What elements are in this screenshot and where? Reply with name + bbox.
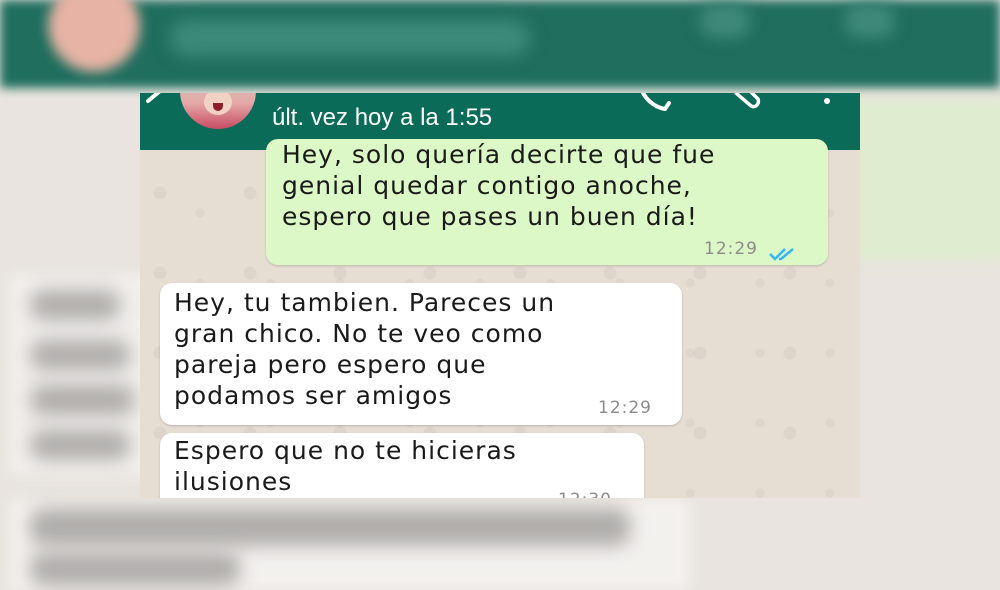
blurred-text-line — [30, 385, 135, 415]
blurred-text-line — [30, 552, 240, 586]
paperclip-icon[interactable] — [730, 93, 766, 111]
blurred-text-line — [30, 430, 130, 460]
call-icon[interactable] — [637, 93, 673, 112]
received-message[interactable]: Hey, tu tambien. Pareces un gran chico. … — [160, 283, 682, 425]
sent-message[interactable]: Hey, solo quería decirte que fue genial … — [266, 139, 828, 265]
message-time: 12:29 — [704, 239, 758, 259]
message-text: Hey, solo quería decirte que fue genial … — [282, 140, 716, 231]
received-message[interactable]: Espero que no te hicieras ilusiones 12:3… — [160, 433, 644, 498]
blurred-menu-icon — [845, 4, 895, 38]
last-seen-status: últ. vez hoy a la 1:55 — [272, 104, 493, 131]
chat-screen: últ. vez hoy a la 1:55 Hey, solo quería … — [140, 93, 860, 498]
message-time: 12:29 — [598, 398, 652, 418]
blurred-text-line — [30, 290, 120, 320]
blurred-title — [170, 20, 530, 56]
contact-avatar[interactable] — [180, 93, 256, 129]
back-arrow-icon[interactable] — [144, 93, 172, 113]
blurred-text-line — [30, 508, 630, 546]
blurred-call-icon — [700, 4, 750, 38]
blurred-text-line — [30, 340, 130, 370]
double-check-icon — [768, 238, 798, 261]
more-vertical-icon[interactable] — [816, 93, 836, 111]
message-time: 12:30 — [558, 485, 612, 498]
